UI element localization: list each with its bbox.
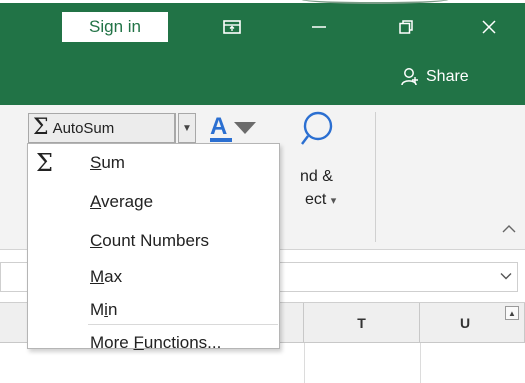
person-icon [401, 68, 418, 86]
chevron-down-icon [500, 273, 512, 280]
minimize-icon [312, 26, 326, 28]
menu-item-label: Min [90, 300, 118, 319]
close-button[interactable] [469, 12, 509, 42]
autosum-label: AutoSum [52, 119, 115, 137]
top-edge [0, 0, 525, 4]
scroll-up-button[interactable]: ▲ [505, 306, 519, 320]
restore-button[interactable] [386, 12, 426, 42]
find-select-icon[interactable] [294, 110, 338, 150]
share-button[interactable]: Share [400, 64, 469, 90]
menu-item-average[interactable]: Average [28, 187, 279, 217]
menu-item-max[interactable]: Max [28, 262, 279, 292]
ribbon-group-separator [375, 112, 376, 242]
menu-item-label: Sum [90, 153, 125, 172]
fill-icon[interactable]: A [208, 112, 260, 146]
autosum-button[interactable]: Σ AutoSum [28, 113, 176, 143]
find-select-label-line1[interactable]: nd & [300, 168, 333, 186]
menu-item-sum[interactable]: Σ Sum [28, 148, 279, 178]
svg-text:A: A [210, 113, 227, 140]
find-select-label-line2[interactable]: ect ▾ [305, 191, 336, 209]
collapse-ribbon-button[interactable] [502, 220, 516, 238]
autosum-dropdown-arrow[interactable]: ▼ [178, 113, 196, 143]
share-label: Share [426, 68, 469, 85]
restore-icon [399, 20, 413, 34]
close-icon [482, 20, 496, 34]
sign-in-button[interactable]: Sign in [62, 12, 168, 42]
menu-item-more-functions[interactable]: More Functions... [28, 328, 279, 358]
ribbon-display-options-button[interactable] [212, 12, 252, 42]
chevron-up-icon [502, 225, 516, 233]
menu-item-label: More Functions... [90, 333, 222, 352]
menu-item-count-numbers[interactable]: Count Numbers [28, 226, 279, 256]
menu-item-label: Max [90, 267, 123, 286]
grid-line [304, 343, 305, 383]
menu-item-label: Count Numbers [90, 231, 210, 250]
sigma-icon: Σ [36, 149, 53, 177]
grid-line [420, 343, 421, 383]
sigma-icon: Σ [33, 115, 49, 140]
menu-item-min[interactable]: Min [28, 295, 279, 325]
minimize-button[interactable] [299, 12, 339, 42]
column-header-t[interactable]: T [304, 303, 420, 343]
menu-item-label: Average [90, 192, 154, 211]
expand-formula-bar-button[interactable] [500, 269, 512, 283]
autosum-menu: Σ Sum Average Count Numbers Max Min More… [27, 143, 280, 352]
menu-separator [88, 324, 278, 325]
ribbon-display-icon [223, 20, 241, 34]
